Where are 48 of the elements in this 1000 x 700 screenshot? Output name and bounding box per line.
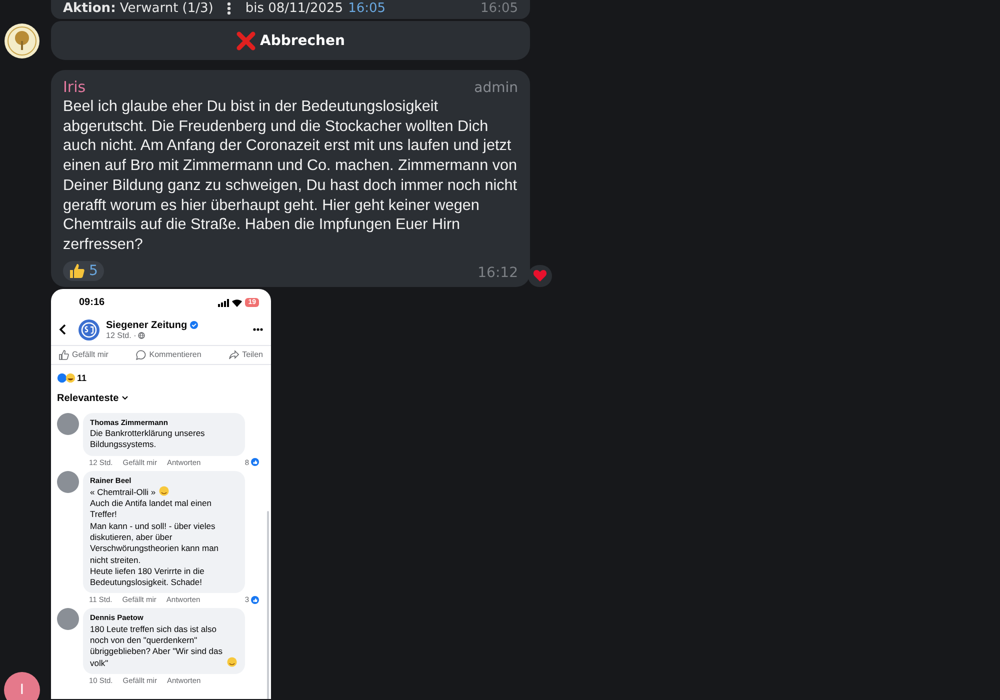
role-label: admin [474, 80, 518, 96]
more-icon[interactable] [253, 328, 263, 332]
sort-label[interactable]: Relevanteste [57, 392, 119, 404]
reactions-icon [57, 372, 76, 383]
globe-icon [138, 332, 146, 339]
more-dots-icon [227, 2, 232, 14]
like-badge-icon [251, 458, 259, 466]
comment-text: Man kann - und soll! - über vieles diskutieren, aber über Verschwörungstheorien kann man nicht streiten. [90, 520, 220, 566]
avatar-placeholder [57, 608, 79, 630]
comment-text: « Chemtrail-Olli » [90, 486, 156, 498]
reaction-chip[interactable]: 5 [63, 260, 104, 281]
post-time: 12 Std. · [106, 330, 136, 340]
comment-text: Heute liefen 180 Verirrte in die Bedeutungslosigkeit. Schade! [90, 566, 206, 588]
post-action[interactable]: Teilen [229, 350, 263, 360]
page-logo-icon [78, 318, 100, 341]
thumbs-up-icon [69, 262, 85, 279]
back-icon[interactable] [59, 324, 66, 336]
post-action[interactable]: Kommentieren [136, 350, 202, 360]
message-time: 16:12 [478, 264, 518, 281]
message-time: 16:05 [480, 0, 518, 16]
avatar-placeholder [57, 412, 79, 435]
winking-emoji-icon [158, 486, 169, 496]
comment-text: Die Bankrotterklärung unseres Bildungssystems. [90, 428, 206, 451]
share-icon [229, 350, 240, 360]
cancel-button[interactable]: Abbrechen [51, 21, 530, 60]
chevron-down-icon [122, 396, 128, 400]
wifi-icon [232, 298, 242, 307]
comment-text: Auch die Antifa landet mal einen Treffer! [90, 498, 212, 521]
until-time: 16:05 [348, 0, 386, 16]
author-name[interactable]: Iris [63, 78, 86, 96]
comment-text: 180 Leute treffen sich das ist also noch von den "querdenkern" übriggeblieben? Aber "Wir sind das volk" [90, 624, 224, 669]
avatar-placeholder [57, 470, 79, 493]
action-text: Aktion: Verwarnt (1/3) [63, 0, 214, 16]
status-time: 09:16 [79, 297, 105, 308]
like-badge-icon [251, 596, 259, 604]
page-name[interactable]: Siegener Zeitung [106, 320, 188, 331]
tree-logo-icon[interactable] [4, 23, 40, 59]
signal-icon [218, 298, 230, 307]
message-text: Beel ich glaube eher Du bist in der Bedeutungslosigkeit abgerutscht. Die Freudenberg und die Stockacher wollten Dich auch nicht. Am Anfang der Coronazeit erst mit uns laufen und jetzt einen auf Bro mit Zimmermann und Co. machen. Zimmermann von Deiner Bildung ganz zu schweigen, Du hast doch immer noch nicht gerafft worum es hier überhaupt geht. Hier geht keiner wegen Chemtrails auf die Straße. Haben die Impfungen Euer Hirn zerfressen? [63, 97, 518, 255]
cross-icon [236, 30, 256, 50]
post-action[interactable]: Gefällt mir [59, 350, 108, 360]
thumbs-up-icon [59, 350, 69, 360]
until-date: bis 08/11/2025 [245, 0, 344, 16]
reaction-count: 11 [77, 372, 87, 383]
reaction-badge[interactable] [528, 264, 552, 287]
comment-icon [136, 350, 146, 360]
winking-emoji-icon [227, 656, 237, 667]
heart-icon [533, 269, 547, 282]
